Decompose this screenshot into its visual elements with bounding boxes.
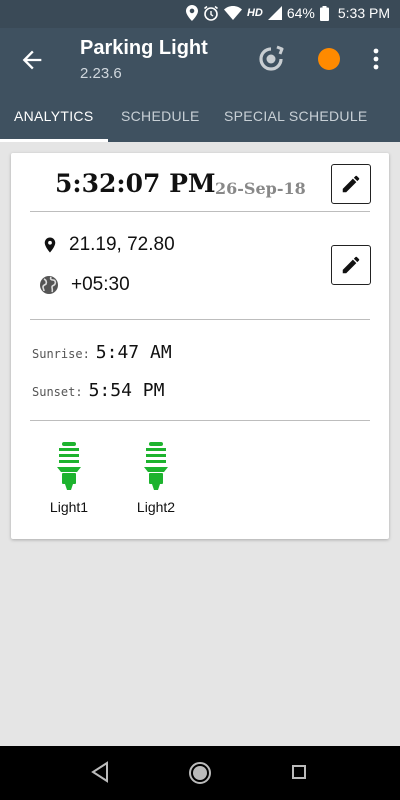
sunrise-value: 5:47 AM <box>95 342 172 363</box>
edit-location-button[interactable] <box>331 245 371 285</box>
location-pin-icon <box>44 237 56 253</box>
timezone-row: +05:30 <box>37 273 130 297</box>
divider <box>30 420 370 421</box>
app-version: 2.23.6 <box>80 65 122 82</box>
light-toggle-light2[interactable]: Light2 <box>121 442 191 515</box>
nav-home-button[interactable] <box>188 761 212 790</box>
light-label: Light2 <box>136 499 176 515</box>
battery-icon <box>319 5 329 21</box>
active-tab-indicator <box>0 139 108 142</box>
light-toggle-light1[interactable]: Light1 <box>34 442 104 515</box>
sunset-row: Sunset: 5:54 PM <box>32 380 164 401</box>
edit-time-button[interactable] <box>331 164 371 204</box>
app-bar: Parking Light 2.23.6 <box>0 28 400 90</box>
nav-back-button[interactable] <box>90 761 110 788</box>
status-clock: 5:33 PM <box>337 5 390 21</box>
tab-special-schedule[interactable]: SPECIAL SCHEDULE <box>224 90 368 142</box>
nav-recents-button[interactable] <box>291 764 307 785</box>
more-vert-icon <box>373 48 379 70</box>
sync-icon <box>259 45 284 71</box>
alarm-icon <box>203 5 218 21</box>
location-icon <box>185 5 198 21</box>
sunset-label: Sunset: <box>32 385 83 399</box>
circle-home-icon <box>189 762 211 784</box>
bulb-icon <box>57 442 81 490</box>
triangle-back-icon <box>91 761 108 783</box>
connection-status-dot[interactable] <box>318 48 340 70</box>
sunrise-row: Sunrise: 5:47 AM <box>32 342 172 363</box>
more-options-button[interactable] <box>366 46 386 72</box>
bulb-icon <box>144 442 168 490</box>
edit-icon <box>342 256 360 274</box>
status-bar: HD 64% 5:33 PM <box>0 0 400 28</box>
signal-icon <box>267 6 282 20</box>
back-button[interactable] <box>18 46 46 74</box>
sync-button[interactable] <box>256 44 286 74</box>
wifi-icon <box>223 6 242 20</box>
divider <box>30 211 370 212</box>
divider <box>30 319 370 320</box>
current-time: 5:32:07 PM <box>55 169 216 198</box>
network-type: HD <box>246 7 263 19</box>
edit-icon <box>342 175 360 193</box>
current-date: 26-Sep-18 <box>215 179 306 198</box>
battery-percent: 64% <box>286 5 315 21</box>
tab-bar: ANALYTICS SCHEDULE SPECIAL SCHEDULE <box>0 90 400 142</box>
square-recents-icon <box>292 765 306 779</box>
app-title: Parking Light <box>80 37 208 59</box>
sunrise-label: Sunrise: <box>32 347 90 361</box>
timezone-value: +05:30 <box>71 274 130 295</box>
coordinates-value: 21.19, 72.80 <box>69 234 175 255</box>
navigation-bar <box>0 746 400 800</box>
globe-icon <box>40 276 58 294</box>
arrow-back-icon <box>22 50 42 70</box>
analytics-card: 5:32:07 PM 26-Sep-18 21.19, 72.80 +05:30… <box>11 153 389 539</box>
light-label: Light1 <box>49 499 89 515</box>
sunset-value: 5:54 PM <box>88 380 165 401</box>
tab-schedule[interactable]: SCHEDULE <box>121 90 200 142</box>
location-row: 21.19, 72.80 <box>41 233 175 257</box>
tab-analytics[interactable]: ANALYTICS <box>14 90 93 142</box>
